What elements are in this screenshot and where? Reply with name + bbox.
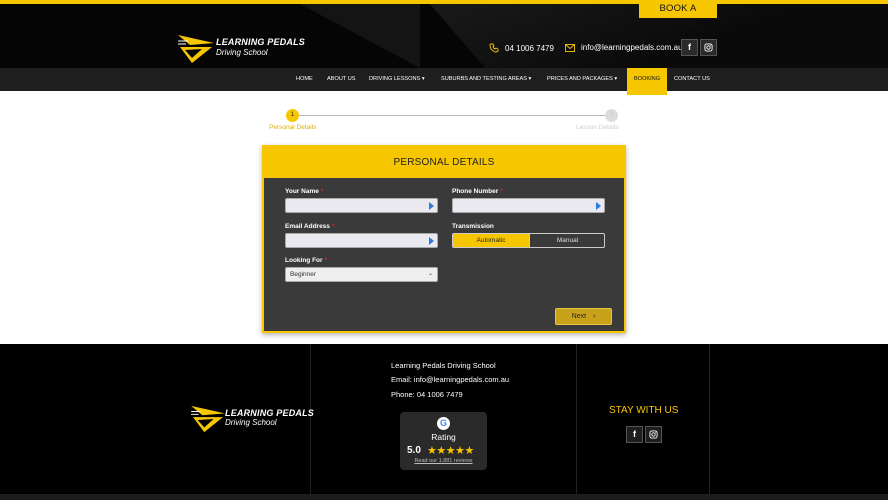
footer-divider <box>576 344 577 494</box>
phone-label: Phone Number * <box>452 188 503 195</box>
nav-suburbs-testing-areas[interactable]: SUBURBS AND TESTING AREAS ▾ <box>441 68 531 91</box>
transmission-automatic-option[interactable]: Automatic <box>453 234 529 247</box>
envelope-icon <box>565 43 575 52</box>
step-progress-line <box>292 115 612 116</box>
looking-for-value: Beginner <box>290 271 317 278</box>
required-marker: * <box>320 188 324 195</box>
book-a-lesson-button[interactable]: BOOK A LESSON <box>639 0 717 32</box>
nav-home[interactable]: HOME <box>296 68 313 91</box>
header-decoration <box>300 4 420 68</box>
nav-driving-lessons[interactable]: DRIVING LESSONS ▾ <box>369 68 425 91</box>
header-email-text: info@learningpedals.com.au <box>581 43 683 52</box>
autofill-icon[interactable] <box>596 202 601 210</box>
footer-email[interactable]: Email: info@learningpedals.com.au <box>391 375 509 384</box>
instagram-icon[interactable] <box>645 426 662 443</box>
phone-field[interactable] <box>452 198 605 213</box>
site-header: BOOK A LESSON LEARNING PEDALS Driving Sc… <box>0 0 888 68</box>
form-title: PERSONAL DETAILS <box>264 147 624 178</box>
next-button-label: Next <box>571 313 587 320</box>
required-marker: * <box>331 223 335 230</box>
transmission-label: Transmission <box>452 223 494 230</box>
required-marker: * <box>500 188 503 195</box>
email-label: Email Address * <box>285 223 335 230</box>
site-logo[interactable]: LEARNING PEDALS Driving School <box>178 33 308 65</box>
phone-icon <box>489 43 499 53</box>
step-2-indicator: 2 <box>605 109 618 122</box>
nav-about-us[interactable]: ABOUT US <box>327 68 356 91</box>
facebook-icon[interactable]: f <box>626 426 643 443</box>
stay-with-us-heading: STAY WITH US <box>609 405 679 416</box>
footer-logo[interactable]: LEARNING PEDALS Driving School <box>191 404 315 434</box>
site-footer: LEARNING PEDALS Driving School Learning … <box>0 344 888 500</box>
logo-subtitle: Driving School <box>216 48 268 57</box>
required-marker: * <box>324 257 328 264</box>
footer-bottom-bar <box>0 494 888 500</box>
step-2-label: Lesson Details <box>576 124 619 131</box>
rating-label: Rating <box>431 432 456 442</box>
chevron-down-icon: ⌄ <box>427 271 433 277</box>
google-rating-badge[interactable]: G Rating 5.0 ★★★★★ Read our 1,881 review… <box>400 412 487 470</box>
logo-mark-icon <box>191 405 225 433</box>
header-phone-text: 04 1006 7479 <box>505 43 554 53</box>
step-1-indicator: 1 <box>286 109 299 122</box>
step-1-label: Personal Details <box>269 124 317 131</box>
looking-for-label: Looking For * <box>285 257 328 264</box>
google-icon: G <box>437 417 450 430</box>
chevron-right-icon: › <box>593 313 596 320</box>
footer-phone[interactable]: Phone: 04 1006 7479 <box>391 390 463 399</box>
header-phone[interactable]: 04 1006 7479 <box>489 43 554 53</box>
reviews-link[interactable]: Read our 1,881 reviews <box>400 458 487 464</box>
nav-booking[interactable]: BOOKING <box>627 68 667 95</box>
rating-stars-icon: ★★★★★ <box>427 445 474 457</box>
transmission-manual-option[interactable]: Manual <box>529 234 605 247</box>
header-accent-line <box>0 0 888 4</box>
name-label: Your Name * <box>285 188 324 195</box>
footer-logo-subtitle: Driving School <box>225 418 277 427</box>
header-email[interactable]: info@learningpedals.com.au <box>565 43 683 52</box>
next-button[interactable]: Next › <box>555 308 612 325</box>
autofill-icon[interactable] <box>429 237 434 245</box>
nav-contact-us[interactable]: CONTACT US <box>674 68 710 91</box>
personal-details-form: PERSONAL DETAILS Your Name * Phone Number… <box>262 145 626 333</box>
nav-prices-packages[interactable]: PRICES AND PACKAGES ▾ <box>547 68 617 91</box>
main-navigation: HOME ABOUT US DRIVING LESSONS ▾ SUBURBS … <box>0 68 888 95</box>
instagram-icon[interactable] <box>700 39 717 56</box>
footer-logo-title: LEARNING PEDALS <box>225 408 315 418</box>
facebook-icon[interactable]: f <box>681 39 698 56</box>
autofill-icon[interactable] <box>429 202 434 210</box>
footer-school-name: Learning Pedals Driving School <box>391 361 496 370</box>
rating-score: 5.0 <box>407 445 421 456</box>
logo-mark-icon <box>178 35 214 63</box>
email-field[interactable] <box>285 233 438 248</box>
name-field[interactable] <box>285 198 438 213</box>
transmission-toggle: Automatic Manual <box>452 233 605 248</box>
looking-for-select[interactable]: Beginner ⌄ <box>285 267 438 282</box>
logo-title: LEARNING PEDALS <box>216 37 306 47</box>
footer-divider <box>709 344 710 494</box>
